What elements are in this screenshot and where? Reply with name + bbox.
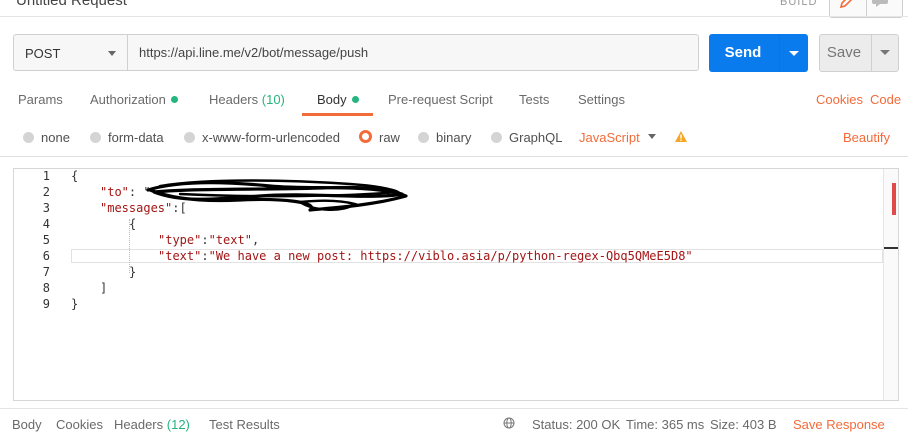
globe-icon[interactable] [503,417,515,429]
build-mode-label[interactable]: BUILD [780,0,817,8]
top-divider [0,16,908,17]
code-line: "type":"text", [158,233,260,247]
code-line: { [71,169,79,183]
tab-headers[interactable]: Headers (10) [209,92,285,107]
save-button-label: Save [826,44,862,61]
line-number: 2 [42,185,50,199]
radio-binary[interactable]: binary [418,130,471,146]
code-line: { [129,217,137,231]
radio-circle-icon [184,132,195,143]
beautify-link[interactable]: Beautify [843,130,890,145]
line-number: 7 [42,265,50,279]
radio-binary-label: binary [436,130,472,145]
radio-raw-label: raw [379,130,400,145]
tab-body[interactable]: Body [317,92,359,107]
url-input[interactable]: https://api.line.me/v2/bot/message/push [127,34,699,71]
radio-graphql[interactable]: GraphQL [491,130,562,146]
radio-urlencoded-label: x-www-form-urlencoded [202,130,340,145]
radio-none-label: none [41,130,70,145]
send-split-divider [779,34,780,72]
radio-none[interactable]: none [23,130,70,146]
pencil-icon[interactable] [838,0,854,10]
radio-urlencoded[interactable]: x-www-form-urlencoded [184,130,340,146]
radio-circle-icon [418,132,429,143]
code-line: } [71,297,79,311]
json-value: "text" [208,233,252,247]
tab-headers-label: Headers [209,92,259,107]
code-line: } [129,265,137,279]
line-number: 6 [42,249,50,263]
save-button[interactable]: Save [819,34,899,72]
radio-circle-icon [23,132,34,143]
tab-authorization[interactable]: Authorization [90,92,178,107]
method-select[interactable]: POST [13,34,127,71]
json-value: "We have a new post: https://viblo.asia/… [208,249,693,263]
active-tab-underline [302,113,373,116]
code-line: ] [100,281,108,295]
method-label: POST [25,46,61,61]
radio-selected-icon [359,130,372,143]
language-select[interactable]: JavaScript [579,130,640,145]
tab-body-label: Body [317,92,347,107]
radio-circle-icon [491,132,502,143]
radio-circle-icon [90,132,101,143]
code-line: "text":"We have a new post: https://vibl… [158,249,693,263]
comment-icon[interactable] [871,0,889,8]
request-title: Untitled Request [16,0,127,9]
send-options-chevron-icon[interactable] [789,51,799,56]
warning-icon[interactable] [674,130,688,143]
save-split-divider [871,35,872,71]
line-number: 8 [42,281,50,295]
json-key: "to" [100,185,129,199]
line-number: 4 [42,217,50,231]
cursor-marker [884,247,898,249]
tab-settings[interactable]: Settings [578,92,625,107]
line-number: 5 [42,233,50,247]
json-key: "text" [158,249,202,263]
chevron-down-icon[interactable] [648,134,656,139]
chevron-down-icon [108,51,116,56]
tab-params[interactable]: Params [18,92,63,107]
tab-authorization-label: Authorization [90,92,166,107]
headers-count: (10) [261,92,285,107]
section-divider [0,156,908,157]
code-link[interactable]: Code [870,92,901,107]
radio-form-data-label: form-data [108,130,164,145]
tab-pre-request-script[interactable]: Pre-request Script [388,92,493,107]
send-button[interactable]: Send [709,34,808,72]
line-number: 1 [42,169,50,183]
tab-tests[interactable]: Tests [519,92,549,107]
redaction-scribble [146,179,408,212]
line-number: 9 [42,297,50,311]
json-key: "type" [158,233,202,247]
active-dot-icon [351,96,359,103]
radio-graphql-label: GraphQL [509,130,563,145]
send-button-label: Send [724,44,762,61]
line-number: 3 [42,201,50,215]
cookies-link[interactable]: Cookies [816,92,863,107]
active-dot-icon [170,96,178,103]
radio-form-data[interactable]: form-data [90,130,164,146]
editor-scrollbar[interactable] [883,169,898,400]
radio-raw[interactable]: raw [359,130,400,146]
save-options-chevron-icon[interactable] [880,50,890,55]
error-marker [892,183,896,215]
response-divider [0,408,908,409]
